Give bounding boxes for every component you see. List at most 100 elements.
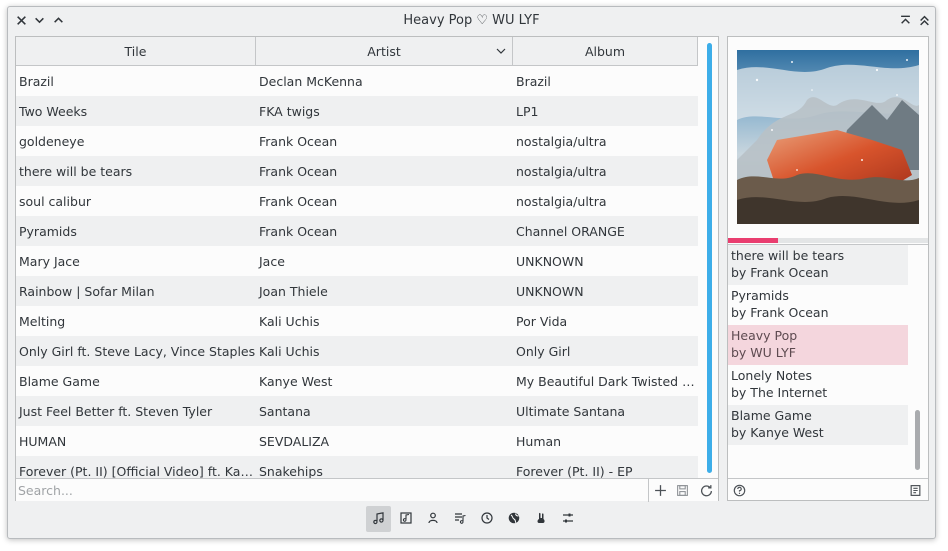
tab-artist[interactable] <box>420 506 445 532</box>
table-row[interactable]: Pyramids Frank Ocean Channel ORANGE <box>16 216 698 246</box>
queue-item-artist: by WU LYF <box>731 345 796 360</box>
track-artist-cell: FKA twigs <box>259 103 320 119</box>
track-title-cell: HUMAN <box>19 433 67 449</box>
track-artist-cell: Kanye West <box>259 373 333 389</box>
track-album-cell: Only Girl <box>516 343 571 359</box>
queue-item[interactable]: Blame Game by Kanye West <box>728 405 908 445</box>
play-queue: there will be tears by Frank Ocean Pyramid… <box>728 245 928 475</box>
queue-scrollbar[interactable] <box>915 410 920 470</box>
globe-icon <box>507 511 521 528</box>
track-artist-cell: Jace <box>259 253 285 269</box>
track-artist-cell: Joan Thiele <box>259 283 328 299</box>
track-album-cell: Human <box>516 433 562 449</box>
queue-item-artist: by Kanye West <box>731 425 824 440</box>
search-input[interactable] <box>18 481 648 500</box>
tab-history[interactable] <box>474 506 499 532</box>
table-row[interactable]: Brazil Declan McKenna Brazil <box>16 66 698 96</box>
track-title-cell: Melting <box>19 313 66 329</box>
table-row[interactable]: Only Girl ft. Steve Lacy, Vince Staples K… <box>16 336 698 366</box>
album-icon <box>399 511 413 528</box>
queue-item[interactable]: Lonely Notes by The Internet <box>728 365 908 405</box>
table-row[interactable]: Blame Game Kanye West My Beautiful Dark Tw… <box>16 366 698 396</box>
playlist-icon <box>453 511 467 528</box>
table-row[interactable]: Melting Kali Uchis Por Vida <box>16 306 698 336</box>
music-note-icon <box>372 511 386 528</box>
titlebar: Heavy Pop ♡ WU LYF <box>8 7 935 35</box>
queue-item[interactable]: there will be tears by Frank Ocean <box>728 245 908 285</box>
track-album-cell: nostalgia/ultra <box>516 193 607 209</box>
track-album-cell: My Beautiful Dark Twisted Fa... <box>516 373 698 389</box>
now-playing-footer <box>728 478 928 501</box>
track-progress-fill <box>728 238 778 243</box>
playlist-footer <box>16 478 718 502</box>
track-artist-cell: Frank Ocean <box>259 223 338 239</box>
track-album-cell: UNKNOWN <box>516 253 584 269</box>
track-progress[interactable] <box>728 238 928 243</box>
view-switcher <box>366 506 580 532</box>
rabbit-icon <box>534 511 548 528</box>
playlist-header: Tile Artist Album <box>16 37 698 66</box>
track-artist-cell: SEVDALIZA <box>259 433 330 449</box>
table-row[interactable]: HUMAN SEVDALIZA Human <box>16 426 698 456</box>
album-cover <box>737 50 919 224</box>
track-artist-cell: Frank Ocean <box>259 133 338 149</box>
queue-item-title: Lonely Notes <box>731 368 812 383</box>
keep-above-double-icon[interactable] <box>916 12 932 28</box>
app-window: Heavy Pop ♡ WU LYF Tile Artist Album Bra… <box>7 6 936 539</box>
tab-album[interactable] <box>393 506 418 532</box>
track-list: Brazil Declan McKenna Brazil Two Weeks FKA t… <box>16 66 698 484</box>
table-row[interactable]: Rainbow | Sofar Milan Joan Thiele UNKNOWN <box>16 276 698 306</box>
track-album-cell: Brazil <box>516 73 551 89</box>
queue-item-title: Heavy Pop <box>731 328 798 343</box>
track-album-cell: Forever (Pt. II) - EP <box>516 463 633 479</box>
column-header-artist[interactable]: Artist <box>256 37 513 65</box>
track-album-cell: nostalgia/ultra <box>516 163 607 179</box>
track-title-cell: Only Girl ft. Steve Lacy, Vince Staples <box>19 343 256 359</box>
table-row[interactable]: Mary Jace Jace UNKNOWN <box>16 246 698 276</box>
tab-globe[interactable] <box>501 506 526 532</box>
tab-playlist[interactable] <box>447 506 472 532</box>
table-row[interactable]: goldeneye Frank Ocean nostalgia/ultra <box>16 126 698 156</box>
save-playlist-icon[interactable] <box>675 483 690 498</box>
queue-item-title: Blame Game <box>731 408 812 423</box>
track-title-cell: Two Weeks <box>19 103 88 119</box>
table-row[interactable]: soul calibur Frank Ocean nostalgia/ultra <box>16 186 698 216</box>
track-title-cell: Just Feel Better ft. Steven Tyler <box>19 403 213 419</box>
track-album-cell: nostalgia/ultra <box>516 133 607 149</box>
queue-item-title: Pyramids <box>731 288 789 303</box>
tab-rabbit[interactable] <box>528 506 553 532</box>
keep-above-icon[interactable] <box>897 12 913 28</box>
add-icon[interactable] <box>653 483 668 498</box>
column-header-album[interactable]: Album <box>513 37 698 65</box>
track-title-cell: Forever (Pt. II) [Official Video] ft. Ka… <box>19 463 256 479</box>
track-artist-cell: Kali Uchis <box>259 343 320 359</box>
column-header-title[interactable]: Tile <box>16 37 256 65</box>
queue-item[interactable]: Pyramids by Frank Ocean <box>728 285 908 325</box>
tab-settings-sliders[interactable] <box>555 506 580 532</box>
table-row[interactable]: there will be tears Frank Ocean nostalgia/… <box>16 156 698 186</box>
queue-item-title: there will be tears <box>731 248 845 263</box>
queue-item-current[interactable]: Heavy Pop by WU LYF <box>728 325 908 365</box>
table-row[interactable]: Just Feel Better ft. Steven Tyler Santana… <box>16 396 698 426</box>
tab-music-note[interactable] <box>366 506 391 532</box>
track-title-cell: there will be tears <box>19 163 133 179</box>
track-album-cell: Por Vida <box>516 313 568 329</box>
track-artist-cell: Frank Ocean <box>259 163 338 179</box>
track-title-cell: Mary Jace <box>19 253 80 269</box>
track-artist-cell: Santana <box>259 403 311 419</box>
help-icon[interactable] <box>732 483 747 498</box>
refresh-icon[interactable] <box>699 483 714 498</box>
track-title-cell: Brazil <box>19 73 54 89</box>
playlist-scrollbar[interactable] <box>707 43 712 473</box>
track-title-cell: Rainbow | Sofar Milan <box>19 283 155 299</box>
notes-icon[interactable] <box>908 483 923 498</box>
track-artist-cell: Declan McKenna <box>259 73 363 89</box>
history-icon <box>480 511 494 528</box>
queue-item-artist: by Frank Ocean <box>731 265 829 280</box>
table-row[interactable]: Two Weeks FKA twigs LP1 <box>16 96 698 126</box>
artist-icon <box>426 511 440 528</box>
track-album-cell: LP1 <box>516 103 539 119</box>
track-album-cell: Channel ORANGE <box>516 223 625 239</box>
track-title-cell: Pyramids <box>19 223 77 239</box>
track-album-cell: UNKNOWN <box>516 283 584 299</box>
